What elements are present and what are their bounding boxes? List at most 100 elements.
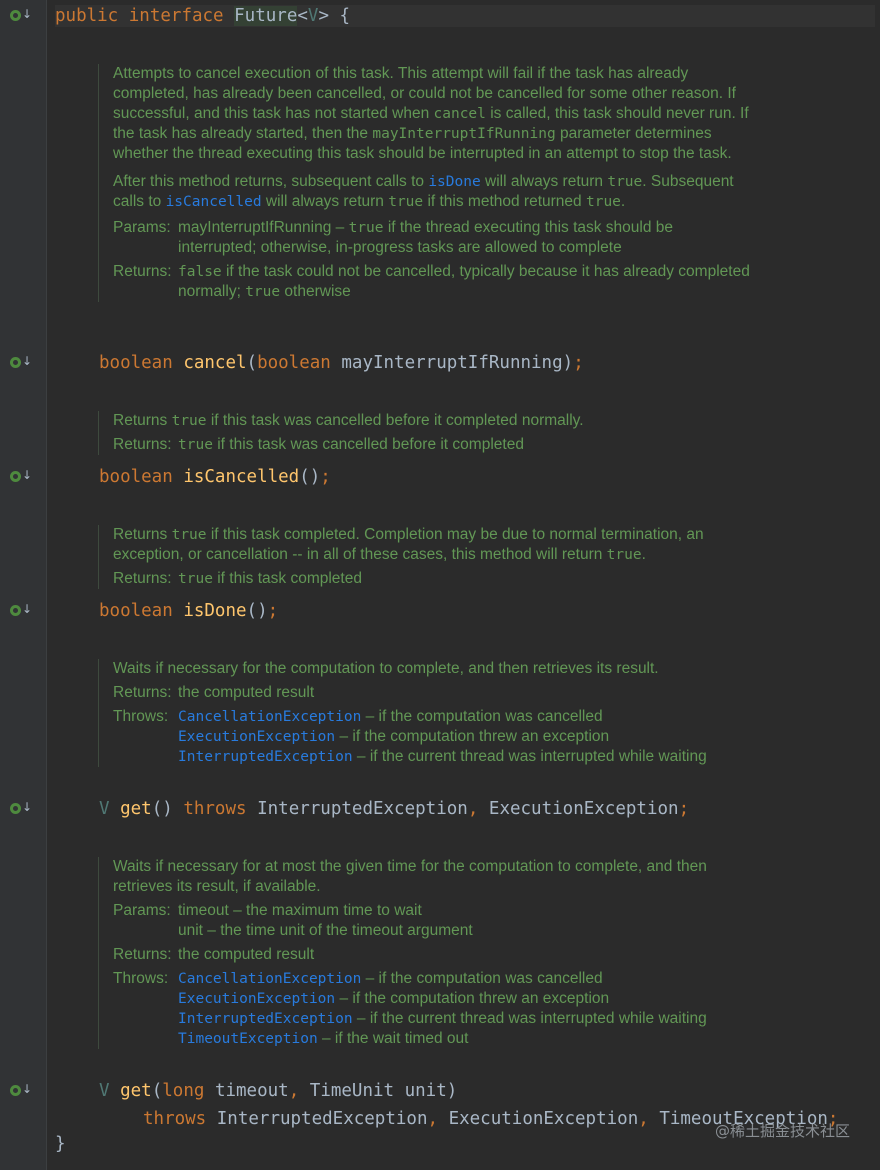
interruptedexception-link[interactable]: InterruptedException (178, 1011, 353, 1027)
parens: () (151, 799, 173, 819)
keyword-throws: throws (143, 1109, 207, 1129)
doc-code: true (607, 174, 643, 190)
doc-text: – if the computation was cancelled (361, 708, 603, 725)
doc-text: otherwise (280, 283, 351, 300)
doc-text: – if the current thread was interrupted … (352, 1010, 707, 1027)
watermark: @稀土掘金技术社区 (714, 1122, 850, 1140)
method-name-isdone[interactable]: isDone (183, 601, 246, 621)
implemented-by-icon[interactable]: ↓ (10, 354, 32, 372)
isdone-doc-description: Returns true if this task completed. Com… (113, 525, 753, 565)
doc-code: true (171, 413, 207, 429)
timeoutexception-link[interactable]: TimeoutException (178, 1031, 318, 1047)
keyword-boolean: boolean (257, 353, 331, 373)
cancel-javadoc: Attempts to cancel execution of this tas… (98, 64, 753, 302)
implemented-by-icon[interactable]: ↓ (10, 800, 32, 818)
exception-type[interactable]: ExecutionException (449, 1109, 639, 1129)
returns-label: Returns: (113, 263, 172, 280)
cancel-signature[interactable]: boolean cancel(boolean mayInterruptIfRun… (99, 352, 584, 374)
interface-declaration[interactable]: public interface Future<V> { (55, 5, 875, 27)
angle-open: < (297, 6, 308, 26)
throws-label: Throws: (113, 708, 169, 725)
method-name-cancel[interactable]: cancel (183, 353, 246, 373)
method-name-iscancelled[interactable]: isCancelled (183, 467, 299, 487)
returns-label: Returns: (113, 946, 172, 963)
comma: , (288, 1081, 300, 1101)
return-type[interactable]: V (99, 799, 110, 819)
doc-text: if this task completed (212, 570, 362, 587)
semicolon: ; (573, 353, 584, 373)
get-doc-throws: Throws: CancellationException – if the c… (113, 707, 753, 767)
iscancelled-doc-description: Returns true if this task was cancelled … (113, 411, 753, 431)
doc-text: – if the wait timed out (317, 1030, 469, 1047)
params-label: Params: (113, 219, 171, 236)
implemented-by-icon[interactable]: ↓ (10, 602, 32, 620)
get-timeout-doc-params: Params: timeout – the maximum time to wai… (113, 901, 753, 941)
type-parameter[interactable]: V (308, 6, 319, 26)
open-brace: { (329, 6, 351, 26)
doc-text: – if the current thread was interrupted … (352, 748, 707, 765)
interruptedexception-link[interactable]: InterruptedException (178, 749, 353, 765)
implemented-by-icon[interactable]: ↓ (10, 7, 32, 25)
editor-gutter (0, 0, 47, 1170)
param-item: unit – the time unit of the timeout argu… (178, 922, 473, 939)
keyword-boolean: boolean (99, 467, 173, 487)
throws-item: InterruptedException – if the current th… (178, 747, 753, 767)
doc-text: if this method returned (423, 193, 586, 210)
cancellationexception-link[interactable]: CancellationException (178, 709, 361, 725)
iscancelled-signature[interactable]: boolean isCancelled(); (99, 466, 331, 488)
get-doc-description: Waits if necessary for the computation t… (113, 660, 659, 677)
doc-text: After this method returns, subsequent ca… (113, 173, 429, 190)
doc-text: the computed result (178, 684, 315, 701)
doc-text: Returns (113, 412, 172, 429)
doc-text: Returns (113, 526, 172, 543)
param-name[interactable]: unit (394, 1081, 447, 1101)
exception-type[interactable]: ExecutionException (489, 799, 679, 819)
comma: , (467, 799, 479, 819)
implemented-by-icon[interactable]: ↓ (10, 1082, 32, 1100)
param-name[interactable]: mayInterruptIfRunning (331, 353, 562, 373)
get-signature[interactable]: V get() throws InterruptedException, Exe… (99, 798, 689, 820)
doc-text: will always return (261, 193, 389, 210)
param-type[interactable]: TimeUnit (299, 1081, 394, 1101)
doc-text: if this task was cancelled before it com… (206, 412, 584, 429)
throws-item: TimeoutException – if the wait timed out (178, 1029, 753, 1049)
iscancelled-link[interactable]: isCancelled (166, 194, 262, 210)
get-doc-returns: Returns: the computed result (113, 683, 753, 703)
returns-label: Returns: (113, 570, 172, 587)
doc-code: true (171, 527, 207, 543)
keyword-boolean: boolean (99, 601, 173, 621)
cancellationexception-link[interactable]: CancellationException (178, 971, 361, 987)
doc-code: false (178, 264, 222, 280)
param-name[interactable]: timeout (204, 1081, 289, 1101)
closing-brace: } (55, 1133, 66, 1155)
implemented-by-icon[interactable]: ↓ (10, 468, 32, 486)
get-timeout-doc-description: Waits if necessary for at most the given… (113, 858, 707, 895)
interface-name[interactable]: Future (234, 6, 298, 26)
returns-label: Returns: (113, 684, 172, 701)
doc-text: . (641, 546, 646, 563)
method-name-get[interactable]: get (120, 799, 152, 819)
doc-text: will always return (480, 173, 608, 190)
executionexception-link[interactable]: ExecutionException (178, 729, 335, 745)
param-item: timeout – the maximum time to wait (178, 902, 422, 919)
exception-type[interactable]: InterruptedException (257, 799, 468, 819)
doc-code: mayInterruptIfRunning (372, 126, 556, 142)
keyword-interface: interface (128, 6, 224, 26)
return-type[interactable]: V (99, 1081, 110, 1101)
doc-text: if this task was cancelled before it com… (212, 436, 524, 453)
parens: () (299, 467, 321, 487)
throws-item: InterruptedException – if the current th… (178, 1009, 753, 1029)
method-name-get[interactable]: get (120, 1081, 152, 1101)
get-timeout-signature[interactable]: V get(long timeout, TimeUnit unit) (99, 1080, 457, 1102)
doc-text: – if the computation threw an exception (335, 990, 610, 1007)
semicolon: ; (678, 799, 690, 819)
exception-type[interactable]: InterruptedException (217, 1109, 428, 1129)
get-javadoc: Waits if necessary for the computation t… (98, 659, 753, 767)
executionexception-link[interactable]: ExecutionException (178, 991, 335, 1007)
doc-code: true (178, 437, 213, 453)
isdone-signature[interactable]: boolean isDone(); (99, 600, 278, 622)
cancel-doc-paragraph-1: Attempts to cancel execution of this tas… (113, 64, 753, 164)
throws-item: CancellationException – if the computati… (178, 969, 753, 989)
isdone-link[interactable]: isDone (428, 174, 480, 190)
isdone-javadoc: Returns true if this task completed. Com… (98, 525, 753, 589)
